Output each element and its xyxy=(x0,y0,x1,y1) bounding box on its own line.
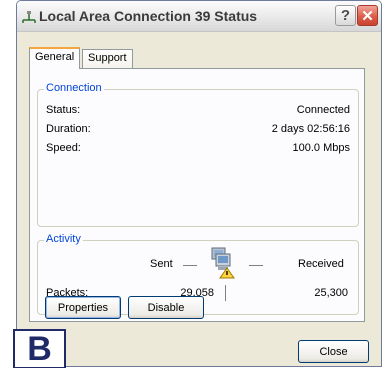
tab-support[interactable]: Support xyxy=(82,49,133,68)
connection-group: Connection Status: Connected Duration: 2… xyxy=(37,82,359,227)
duration-label: Duration: xyxy=(46,123,91,135)
speed-value: 100.0 Mbps xyxy=(292,142,350,154)
status-label: Status: xyxy=(46,104,81,116)
network-computers-icon xyxy=(211,247,235,279)
help-button[interactable]: ? xyxy=(335,5,356,26)
speed-row: Speed: 100.0 Mbps xyxy=(46,142,350,156)
received-label: Received xyxy=(298,258,344,270)
tab-panel-general: Connection Status: Connected Duration: 2… xyxy=(29,68,365,322)
duration-row: Duration: 2 days 02:56:16 xyxy=(46,123,350,137)
disable-button[interactable]: Disable xyxy=(128,296,204,319)
close-button[interactable]: Close xyxy=(298,340,369,363)
connection-group-title: Connection xyxy=(44,82,104,94)
speed-label: Speed: xyxy=(46,142,81,154)
packets-received-value: 25,300 xyxy=(314,287,348,299)
figure-label: B xyxy=(13,329,66,368)
sent-label: Sent xyxy=(150,258,173,270)
title-bar[interactable]: Local Area Connection 39 Status ? ✕ xyxy=(17,1,381,32)
status-dialog: Local Area Connection 39 Status ? ✕ Gene… xyxy=(16,0,382,367)
duration-value: 2 days 02:56:16 xyxy=(271,123,350,135)
status-row: Status: Connected xyxy=(46,104,350,118)
properties-button[interactable]: Properties xyxy=(45,296,121,319)
packets-divider xyxy=(225,285,226,301)
received-connector-line xyxy=(249,265,263,266)
sent-connector-line xyxy=(183,265,197,266)
tab-general[interactable]: General xyxy=(29,47,81,69)
close-window-button[interactable]: ✕ xyxy=(357,5,378,26)
network-connection-icon xyxy=(22,11,36,23)
activity-group-title: Activity xyxy=(44,233,83,245)
status-value: Connected xyxy=(296,104,350,116)
window-title: Local Area Connection 39 Status xyxy=(39,8,258,24)
